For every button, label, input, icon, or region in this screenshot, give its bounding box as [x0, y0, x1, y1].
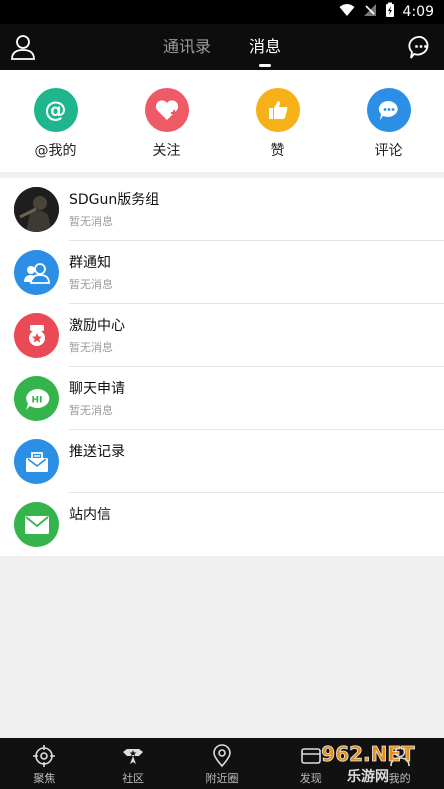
svg-text:HI: HI	[31, 395, 42, 405]
quick-follow[interactable]: 关注	[111, 70, 222, 172]
list-item-incentive-center[interactable]: 激励中心 暂无消息	[0, 304, 444, 367]
list-item-push-records[interactable]: 推送记录	[0, 430, 444, 493]
header-tabs: 通讯录 消息	[0, 24, 444, 70]
thumbs-up-icon	[255, 88, 300, 132]
medal-icon	[14, 313, 59, 358]
list-item-title: 站内信	[69, 507, 111, 523]
list-item-site-mail[interactable]: 站内信	[0, 493, 444, 556]
list-item-title: 聊天申请	[69, 381, 125, 397]
list-item-group-notice[interactable]: 群通知 暂无消息	[0, 241, 444, 304]
quick-comment-label: 评论	[374, 143, 403, 159]
location-icon	[213, 744, 231, 768]
list-item-title: 群通知	[69, 255, 111, 271]
status-time: 4:09	[402, 4, 434, 20]
comment-icon	[366, 88, 411, 132]
inbox-icon	[14, 439, 59, 484]
tab-contacts[interactable]: 通讯录	[163, 24, 211, 70]
chat-bubble-icon	[408, 36, 429, 59]
crosshair-icon	[33, 745, 56, 767]
quick-like-label: 赞	[270, 143, 285, 159]
heart-plus-icon	[144, 88, 189, 132]
list-item-subtitle: 暂无消息	[69, 341, 113, 354]
chat-button[interactable]	[406, 32, 436, 62]
quick-follow-label: 关注	[152, 143, 181, 159]
nav-community[interactable]: 社区	[89, 738, 178, 789]
quick-at-me-label: @我的	[34, 143, 77, 159]
top-bar: 通讯录 消息	[0, 24, 444, 70]
list-item-sdgun[interactable]: SDGun版务组 暂无消息	[0, 178, 444, 241]
battery-charging-icon	[385, 2, 395, 22]
nav-nearby[interactable]: 附近圈	[178, 738, 267, 789]
wifi-icon	[339, 3, 355, 21]
list-item-subtitle: 暂无消息	[69, 278, 113, 291]
nav-label: 聚焦	[33, 772, 56, 785]
svg-text:962.NET: 962.NET	[321, 742, 415, 766]
list-item-title: 激励中心	[69, 318, 125, 334]
list-item-title: SDGun版务组	[69, 192, 160, 208]
no-signal-icon	[363, 3, 377, 21]
user-photo-avatar	[14, 187, 59, 232]
at-icon: @	[33, 88, 78, 132]
list-item-subtitle: 暂无消息	[69, 215, 113, 228]
site-watermark-logo: 962.NET 乐游网	[321, 742, 416, 785]
nav-label: 附近圈	[205, 772, 239, 785]
mail-icon	[14, 502, 59, 547]
quick-at-me[interactable]: @ @我的	[0, 70, 111, 172]
quick-like[interactable]: 赞	[222, 70, 333, 172]
quick-actions: @ @我的 关注 赞 评论	[0, 70, 444, 172]
list-item-subtitle: 暂无消息	[69, 404, 113, 417]
tab-messages[interactable]: 消息	[249, 24, 281, 70]
list-item-chat-request[interactable]: HI 聊天申请 暂无消息	[0, 367, 444, 430]
community-icon	[123, 749, 144, 764]
message-list: SDGun版务组 暂无消息 群通知 暂无消息 激励中心 暂无消息 HI 聊天申请…	[0, 178, 444, 556]
nav-focus[interactable]: 聚焦	[0, 738, 89, 789]
nav-label: 社区	[122, 772, 145, 785]
status-bar: 4:09	[0, 0, 444, 24]
list-item-title: 推送记录	[69, 444, 125, 460]
group-icon	[14, 250, 59, 295]
svg-text:乐游网: 乐游网	[347, 768, 389, 785]
quick-comment[interactable]: 评论	[333, 70, 444, 172]
hi-bubble-icon: HI	[14, 376, 59, 421]
